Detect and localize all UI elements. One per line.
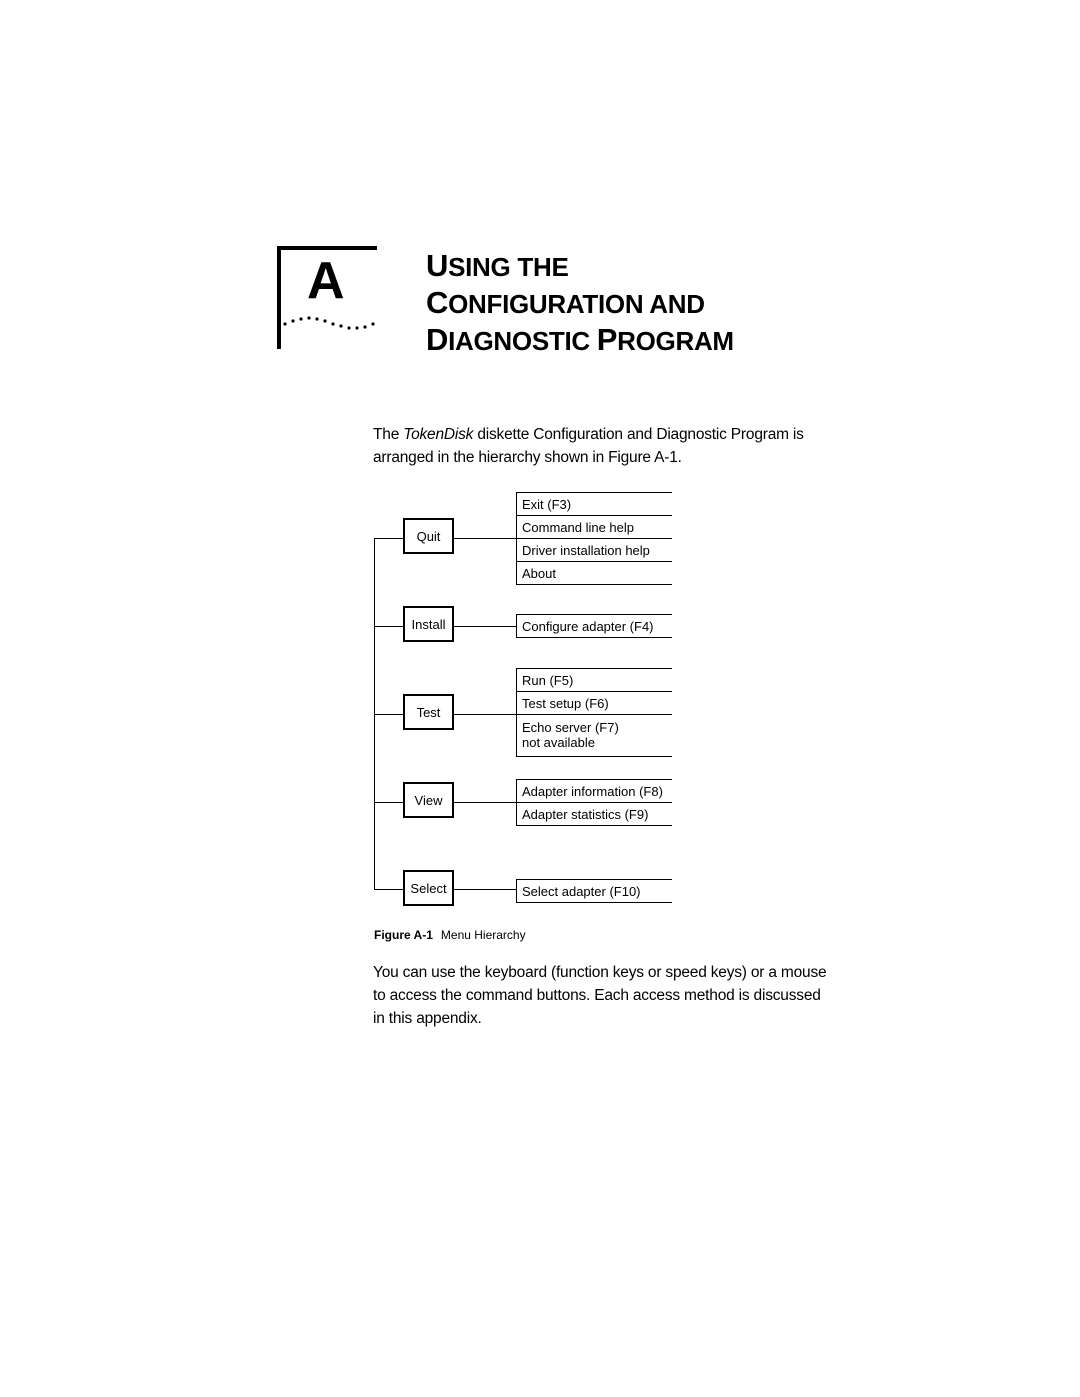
submenu-item: Exit (F3) — [517, 493, 672, 516]
menu-label: Test — [416, 704, 441, 720]
submenu-item: Configure adapter (F4) — [517, 615, 672, 638]
connector-line — [374, 538, 404, 539]
product-name: TokenDisk — [403, 426, 474, 443]
connector-line — [374, 626, 404, 627]
menu-label: View — [414, 792, 443, 808]
submenu-item: Adapter statistics (F9) — [517, 803, 672, 826]
outro-paragraph: You can use the keyboard (function keys … — [373, 964, 827, 1027]
title-initial: D — [426, 322, 449, 357]
connector-line — [454, 714, 516, 715]
chapter-title-line-1: USING THE — [426, 248, 734, 285]
chapter-bracket-top — [277, 246, 377, 250]
chapter-bracket-left — [277, 246, 281, 349]
submenu-item: Command line help — [517, 516, 672, 539]
title-rest: IAGNOSTIC — [448, 326, 597, 356]
submenu-quit: Exit (F3) Command line help Driver insta… — [516, 492, 672, 585]
submenu-item: Driver installation help — [517, 539, 672, 562]
menu-hierarchy-figure: Quit Exit (F3) Command line help Driver … — [0, 0, 1080, 1397]
submenu-item: Run (F5) — [517, 669, 672, 692]
title-initial: C — [426, 285, 449, 320]
submenu-item: Adapter information (F8) — [517, 780, 672, 803]
connector-line — [454, 626, 516, 627]
connector-line — [374, 889, 404, 890]
connector-line — [374, 714, 404, 715]
submenu-item: Echo server (F7) not available — [517, 715, 672, 757]
connector-line — [374, 802, 404, 803]
menu-box-select: Select — [403, 870, 454, 906]
submenu-item: Test setup (F6) — [517, 692, 672, 715]
menu-label: Install — [411, 616, 446, 632]
menu-label: Select — [410, 880, 447, 896]
title-rest: SING THE — [448, 252, 569, 282]
submenu-item: About — [517, 562, 672, 585]
submenu-test: Run (F5) Test setup (F6) Echo server (F7… — [516, 668, 672, 757]
figure-caption-text: Menu Hierarchy — [440, 928, 526, 942]
menu-box-install: Install — [403, 606, 454, 642]
intro-prefix: The — [373, 426, 404, 443]
dotted-wave-icon — [283, 316, 375, 330]
figure-caption: Figure A-1 Menu Hierarchy — [374, 928, 526, 942]
connector-line — [454, 802, 516, 803]
chapter-title-line-3: DIAGNOSTIC PROGRAM — [426, 322, 734, 359]
title-initial: U — [426, 248, 449, 283]
chapter-mark: A — [277, 246, 379, 350]
menu-box-view: View — [403, 782, 454, 818]
intro-paragraph: The TokenDisk diskette Configuration and… — [373, 423, 833, 469]
menu-box-test: Test — [403, 694, 454, 730]
chapter-title-line-2: CONFIGURATION AND — [426, 285, 734, 322]
submenu-view: Adapter information (F8) Adapter statist… — [516, 779, 672, 826]
connector-line — [454, 889, 516, 890]
submenu-install: Configure adapter (F4) — [516, 614, 672, 638]
chapter-letter: A — [307, 252, 345, 310]
submenu-select: Select adapter (F10) — [516, 879, 672, 903]
submenu-item: Select adapter (F10) — [517, 880, 672, 903]
title-initial: P — [596, 322, 618, 357]
title-rest: ROGRAM — [617, 326, 734, 356]
title-rest: ONFIGURATION AND — [448, 289, 705, 319]
connector-line — [454, 538, 516, 539]
menu-box-quit: Quit — [403, 518, 454, 554]
figure-caption-label: Figure A-1 — [374, 928, 433, 942]
menu-label: Quit — [416, 528, 441, 544]
chapter-title: USING THE CONFIGURATION AND DIAGNOSTIC P… — [426, 248, 734, 359]
